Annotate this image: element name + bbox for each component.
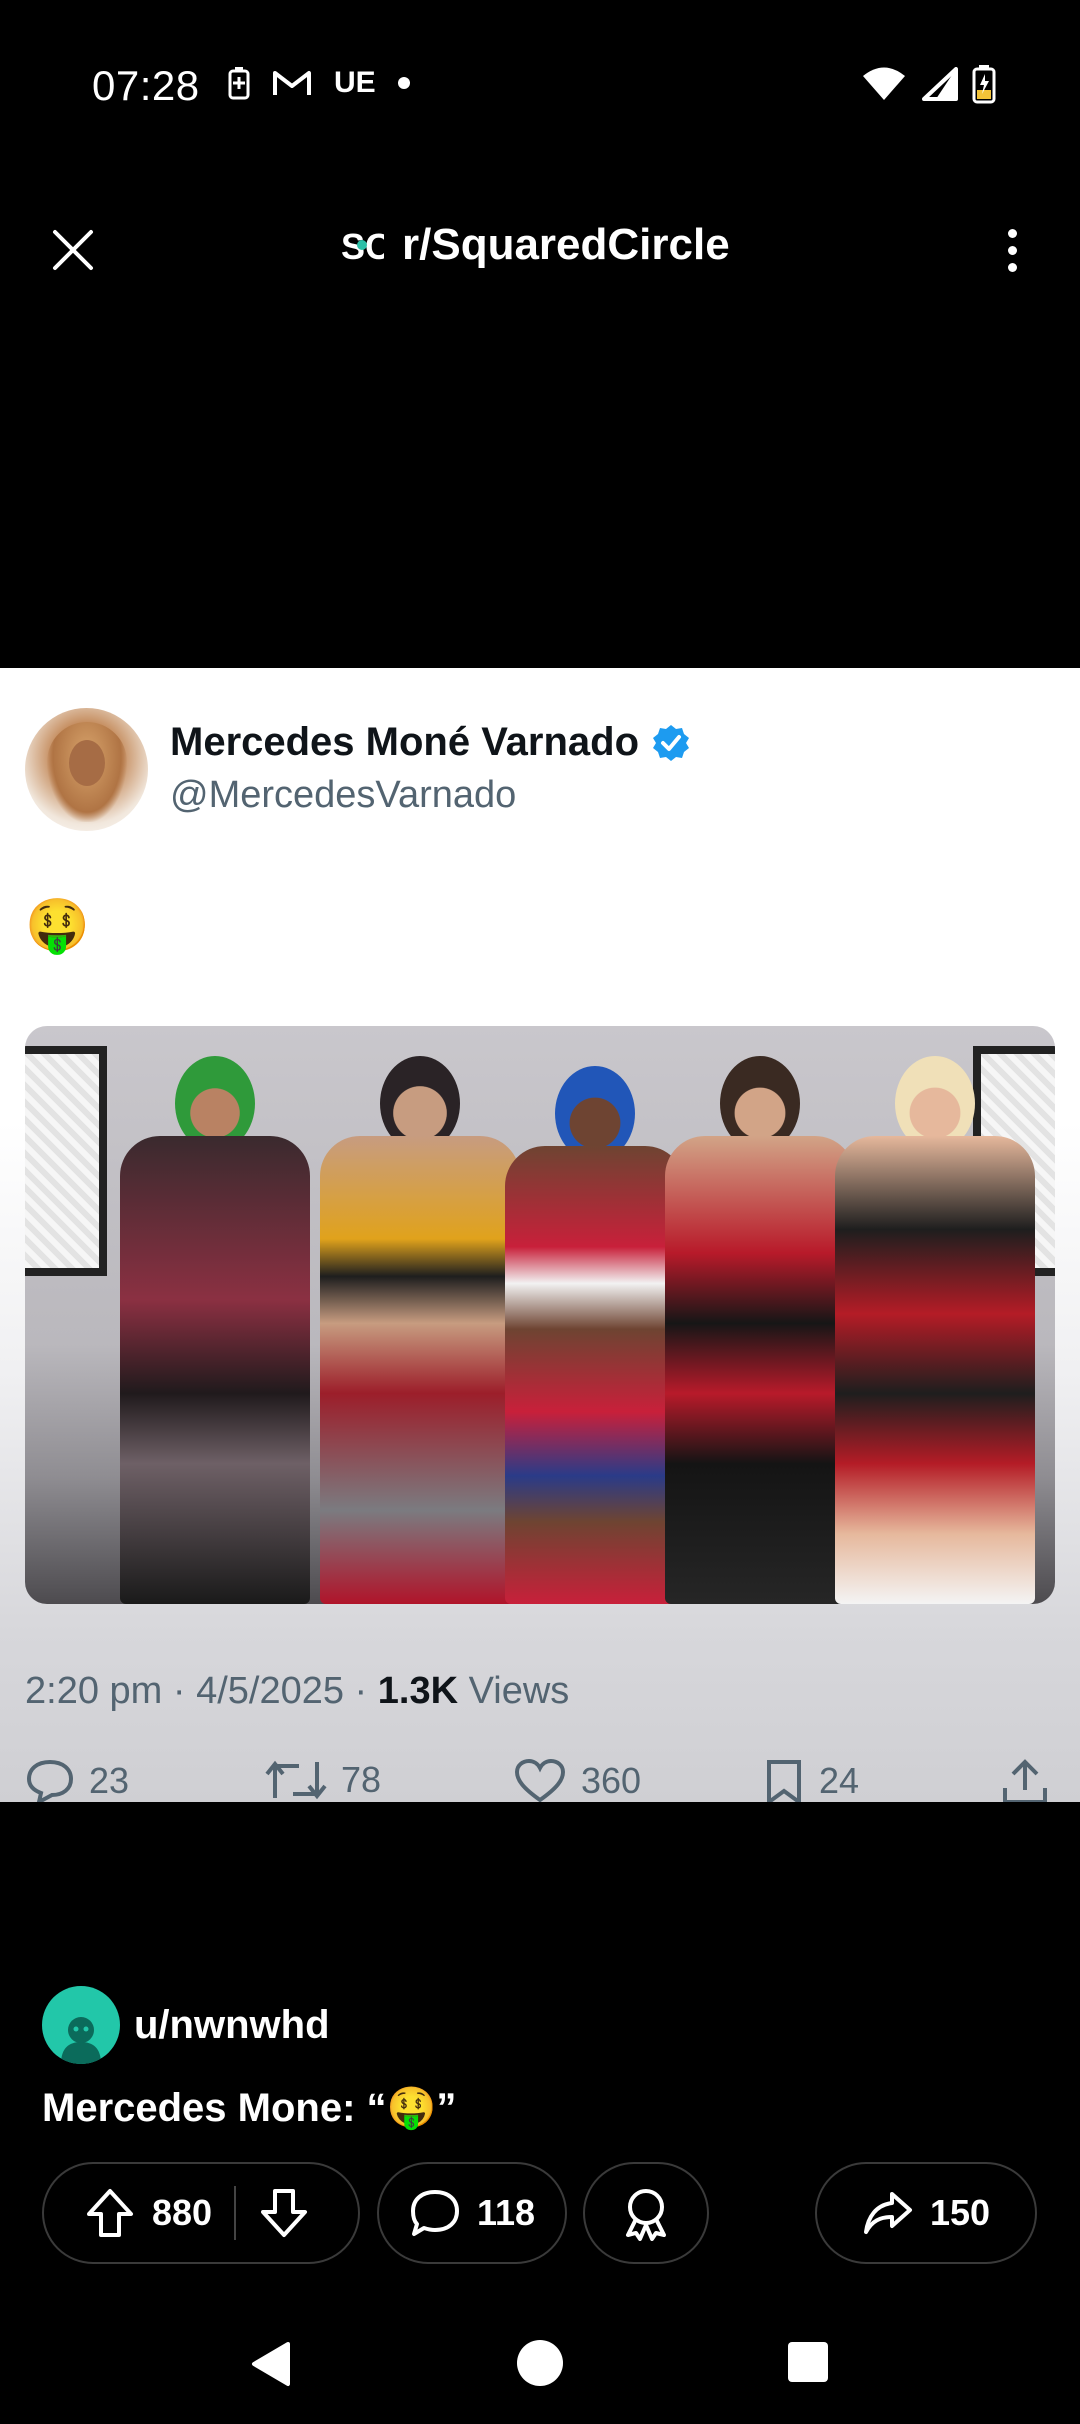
tweet-likes: 360 <box>513 1758 641 1802</box>
recent-apps-icon[interactable] <box>788 2342 828 2382</box>
kebab-menu-icon <box>1007 228 1017 238</box>
share-count: 150 <box>929 2192 991 2233</box>
upload-icon <box>1003 1759 1047 1802</box>
close-icon <box>53 230 93 270</box>
verified-badge-icon <box>653 724 690 761</box>
comment-count: 118 <box>476 2192 536 2233</box>
award-button[interactable] <box>583 2162 709 2264</box>
status-bar: 07:28 UE <box>0 0 1080 175</box>
battery-saver-icon <box>228 67 250 100</box>
tweet-action-bar: 23 78 360 24 <box>25 1758 1055 1802</box>
studio-light <box>25 1046 107 1276</box>
upvote-icon[interactable] <box>84 2187 136 2239</box>
share-arrow-icon <box>863 2192 912 2234</box>
post-image[interactable]: Mercedes Moné Varnado @MercedesVarnado 🤑 <box>0 668 1080 1802</box>
tweet-text: 🤑 <box>25 897 90 955</box>
wrestler-figure <box>835 1056 1035 1604</box>
tweet-views-count: 1.3K <box>377 1670 459 1712</box>
reply-icon <box>26 1759 74 1802</box>
post-title: Mercedes Mone: “🤑” <box>42 2086 457 2130</box>
notification-dot-icon <box>397 77 410 89</box>
tweet-author-avatar <box>25 708 148 831</box>
tweet-author-name-row: Mercedes Moné Varnado <box>170 720 691 765</box>
tweet-timestamp: 2:20 pm · 4/5/2025 · <box>25 1670 378 1712</box>
author-username: u/nwnwhd <box>134 2002 330 2047</box>
award-icon <box>626 2189 666 2241</box>
upvote-count: 880 <box>152 2192 213 2233</box>
close-button[interactable] <box>45 222 101 278</box>
wrestler-figure <box>505 1066 685 1604</box>
comment-icon <box>410 2190 459 2236</box>
heart-icon <box>514 1758 566 1802</box>
more-options-button[interactable] <box>984 222 1040 278</box>
post-viewer-header: SC r/SquaredCircle <box>0 200 1080 300</box>
wrestler-figure <box>120 1056 310 1604</box>
post-author[interactable]: u/nwnwhd <box>42 1986 330 2064</box>
system-navigation-bar <box>0 2310 1080 2424</box>
subreddit-link[interactable]: SC r/SquaredCircle <box>340 220 730 270</box>
subreddit-name: r/SquaredCircle <box>402 220 730 269</box>
wrestler-figure <box>320 1056 520 1604</box>
tweet-replies: 23 <box>25 1758 129 1802</box>
vote-divider <box>234 2186 237 2240</box>
author-avatar <box>42 1986 120 2064</box>
comments-button[interactable]: 118 <box>377 2162 567 2264</box>
retweet-icon <box>265 1760 327 1800</box>
share-button[interactable]: 150 <box>815 2162 1037 2264</box>
tweet-share <box>1001 1758 1049 1802</box>
signal-icon <box>922 67 958 101</box>
bookmark-icon <box>767 1760 801 1802</box>
carrier-label: UE <box>334 66 376 99</box>
home-icon[interactable] <box>517 2340 563 2386</box>
downvote-icon[interactable] <box>258 2187 310 2239</box>
tweet-bookmarks: 24 <box>763 1758 859 1802</box>
status-notification-icons: UE <box>228 66 410 100</box>
battery-charging-icon <box>972 65 996 104</box>
back-icon[interactable] <box>250 2340 292 2388</box>
tweet-photo <box>25 1026 1055 1604</box>
tweet-display-name: Mercedes Moné Varnado <box>170 720 640 764</box>
gmail-icon <box>273 71 311 95</box>
wifi-icon <box>863 67 905 100</box>
tweet-views-label: Views <box>458 1670 570 1712</box>
snoo-avatar-icon <box>61 2017 101 2064</box>
status-system-icons <box>862 64 996 104</box>
status-time: 07:28 <box>92 62 200 109</box>
tweet-meta: 2:20 pm · 4/5/2025 · 1.3K Views <box>25 1670 569 1713</box>
tweet-retweets: 78 <box>265 1758 381 1802</box>
vote-controls: 880 <box>42 2162 360 2264</box>
tweet-handle: @MercedesVarnado <box>170 774 517 816</box>
subreddit-logo-icon: SC <box>341 226 384 267</box>
wrestler-figure <box>665 1056 855 1604</box>
